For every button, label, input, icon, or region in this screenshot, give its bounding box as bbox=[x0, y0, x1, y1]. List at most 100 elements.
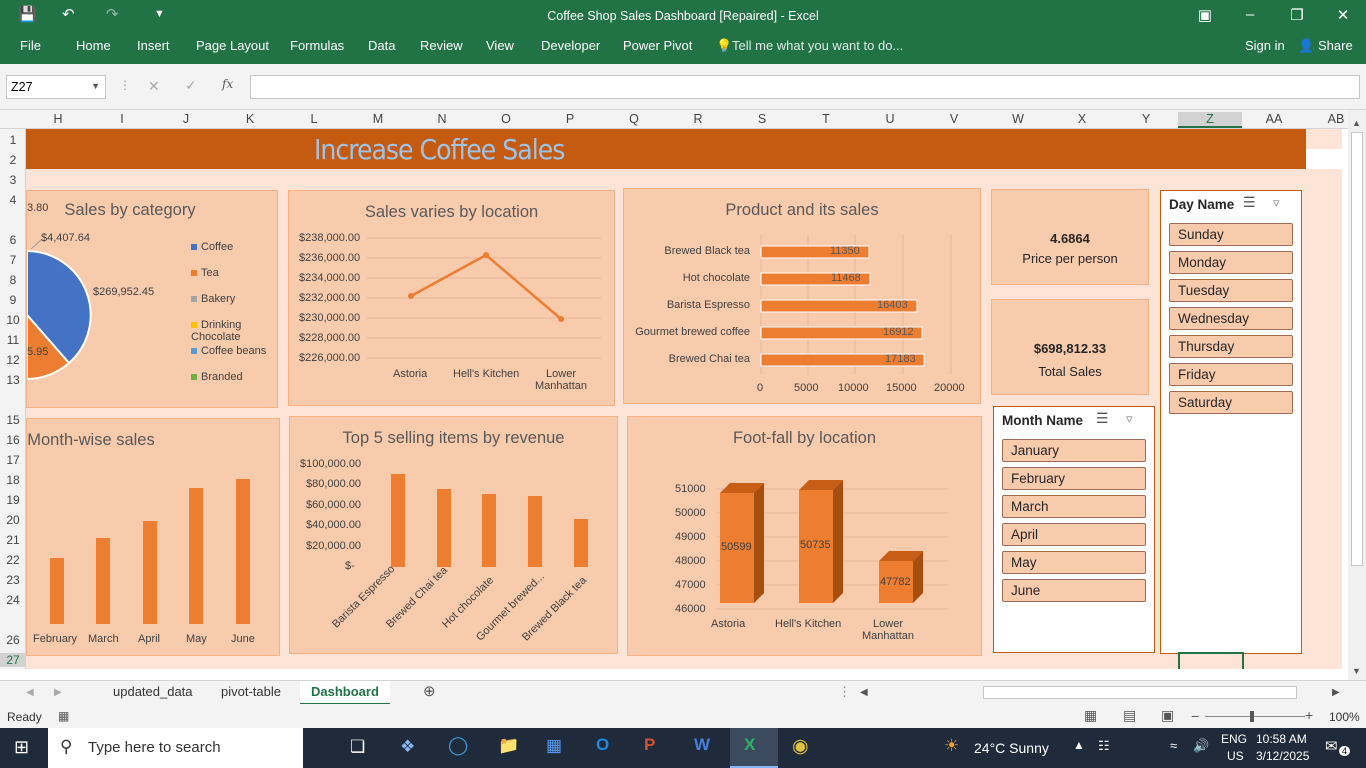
row-header[interactable]: 18 bbox=[0, 473, 26, 487]
taskbar-search[interactable]: ⚲ Type here to search bbox=[48, 728, 303, 768]
tab-review[interactable]: Review bbox=[420, 38, 463, 53]
scroll-thumb[interactable] bbox=[1351, 132, 1363, 566]
cancel-icon[interactable]: ✕ bbox=[148, 78, 160, 95]
column-header[interactable]: K bbox=[218, 112, 282, 126]
month-slicer[interactable]: Month Name ☰ ▿ January February March Ap… bbox=[993, 406, 1155, 653]
monthwise-chart[interactable]: Month-wise sales / February March April … bbox=[26, 418, 280, 656]
slicer-item-tuesday[interactable]: Tuesday bbox=[1169, 279, 1293, 302]
share-button[interactable]: Share bbox=[1318, 38, 1353, 53]
column-header[interactable]: I bbox=[90, 112, 154, 126]
tab-file[interactable]: File bbox=[20, 38, 41, 53]
row-header[interactable]: 21 bbox=[0, 533, 26, 547]
clock-time[interactable]: 10:58 AM bbox=[1256, 732, 1307, 746]
bar-brewed-chai-tea[interactable] bbox=[437, 489, 451, 567]
zoom-in-icon[interactable]: + bbox=[1305, 707, 1313, 723]
column-header[interactable]: O bbox=[474, 112, 538, 126]
row-header[interactable]: 26 bbox=[0, 633, 26, 647]
outlook-icon[interactable]: O bbox=[596, 735, 609, 755]
column-header[interactable]: W bbox=[986, 112, 1050, 126]
page-break-view-icon[interactable]: ▣ bbox=[1161, 707, 1174, 724]
store-icon[interactable]: ▦ bbox=[546, 736, 562, 756]
restore-icon[interactable]: ❐ bbox=[1282, 6, 1312, 24]
multi-select-icon[interactable]: ☰ bbox=[1243, 194, 1256, 211]
sheet-tab-pivot-table[interactable]: pivot-table bbox=[221, 684, 281, 699]
column-header[interactable]: M bbox=[346, 112, 410, 126]
line-point[interactable] bbox=[483, 252, 489, 258]
tab-insert[interactable]: Insert bbox=[137, 38, 170, 53]
volume-icon[interactable]: 🔊 bbox=[1193, 738, 1209, 754]
row-header[interactable]: 22 bbox=[0, 553, 26, 567]
chrome-icon[interactable]: ◉ bbox=[792, 735, 809, 758]
word-icon[interactable]: W bbox=[694, 735, 710, 755]
slicer-item-june[interactable]: June bbox=[1002, 579, 1146, 602]
lang-line2[interactable]: US bbox=[1227, 749, 1244, 763]
slicer-item-january[interactable]: January bbox=[1002, 439, 1146, 462]
column-header[interactable]: R bbox=[666, 112, 730, 126]
row-header[interactable]: 2 bbox=[0, 153, 26, 167]
column-header[interactable]: L bbox=[282, 112, 346, 126]
footfall-chart[interactable]: Foot-fall by location 51000 50000 49000 … bbox=[627, 416, 982, 656]
vertical-scrollbar[interactable]: ▲ ▼ bbox=[1348, 110, 1366, 680]
sheet-tab-updated-data[interactable]: updated_data bbox=[113, 684, 193, 699]
top5-chart[interactable]: Top 5 selling items by revenue $100,000.… bbox=[289, 416, 618, 654]
slicer-item-april[interactable]: April bbox=[1002, 523, 1146, 546]
tab-scroll-left-icon[interactable]: ◀ bbox=[26, 687, 34, 698]
kpi-price-card[interactable]: 4.6864 Price per person bbox=[991, 189, 1149, 285]
chevron-down-icon[interactable]: ▼ bbox=[91, 81, 100, 91]
wifi-icon[interactable]: ≈ bbox=[1170, 738, 1177, 753]
row-header[interactable]: 4 bbox=[0, 193, 26, 207]
hscroll-right-icon[interactable]: ▶ bbox=[1332, 687, 1340, 698]
row-header[interactable]: 20 bbox=[0, 513, 26, 527]
clear-filter-icon[interactable]: ▿ bbox=[1126, 411, 1133, 427]
column-header[interactable]: N bbox=[410, 112, 474, 126]
zoom-slider[interactable] bbox=[1205, 716, 1305, 717]
tab-data[interactable]: Data bbox=[368, 38, 395, 53]
column-header-selected[interactable]: Z bbox=[1178, 112, 1242, 128]
scroll-down-icon[interactable]: ▼ bbox=[1352, 666, 1361, 676]
row-header[interactable]: 7 bbox=[0, 253, 26, 267]
multi-select-icon[interactable]: ☰ bbox=[1096, 410, 1109, 427]
column-header[interactable]: T bbox=[794, 112, 858, 126]
column-header[interactable]: X bbox=[1050, 112, 1114, 126]
slicer-item-february[interactable]: February bbox=[1002, 467, 1146, 490]
kpi-sales-card[interactable]: $698,812.33 Total Sales bbox=[991, 299, 1149, 395]
sheet-tab-dashboard[interactable]: Dashboard bbox=[300, 681, 390, 705]
location-line-chart[interactable]: Sales varies by location $238,000.00 $23… bbox=[288, 190, 615, 406]
bar-june[interactable] bbox=[236, 479, 250, 624]
tab-scroll-right-icon[interactable]: ▶ bbox=[54, 687, 62, 698]
row-header[interactable]: 8 bbox=[0, 273, 26, 287]
zoom-out-icon[interactable]: − bbox=[1191, 708, 1199, 724]
minimize-icon[interactable]: – bbox=[1235, 6, 1265, 23]
row-header[interactable]: 11 bbox=[0, 333, 26, 347]
column-header[interactable]: V bbox=[922, 112, 986, 126]
category-chart[interactable]: Sales by category 3.80 $4,407.64 $269,95… bbox=[26, 190, 278, 408]
column-header[interactable]: J bbox=[154, 112, 218, 126]
row-header[interactable]: 15 bbox=[0, 413, 26, 427]
tab-developer[interactable]: Developer bbox=[541, 38, 600, 53]
tab-page-layout[interactable]: Page Layout bbox=[196, 38, 269, 53]
network-icon[interactable]: ☷ bbox=[1098, 738, 1110, 754]
slicer-item-friday[interactable]: Friday bbox=[1169, 363, 1293, 386]
column-header[interactable]: Y bbox=[1114, 112, 1178, 126]
row-header[interactable]: 12 bbox=[0, 353, 26, 367]
column-header[interactable]: P bbox=[538, 112, 602, 126]
bar-gourmet-brewed[interactable] bbox=[528, 496, 542, 567]
bar-may[interactable] bbox=[189, 488, 203, 624]
insert-function-icon[interactable]: fx bbox=[222, 77, 233, 91]
normal-view-icon[interactable]: ▦ bbox=[1084, 707, 1097, 724]
page-layout-view-icon[interactable]: ▤ bbox=[1123, 707, 1136, 724]
tab-formulas[interactable]: Formulas bbox=[290, 38, 344, 53]
day-slicer[interactable]: Day Name ☰ ▿ Sunday Monday Tuesday Wedne… bbox=[1160, 190, 1302, 654]
row-header[interactable]: 9 bbox=[0, 293, 26, 307]
slicer-item-sunday[interactable]: Sunday bbox=[1169, 223, 1293, 246]
formula-input[interactable] bbox=[250, 75, 1360, 99]
zoom-slider-thumb[interactable] bbox=[1250, 711, 1254, 722]
edge-icon[interactable]: ◯ bbox=[448, 735, 468, 756]
tray-chevron-icon[interactable]: ▲ bbox=[1073, 738, 1085, 752]
tab-power-pivot[interactable]: Power Pivot bbox=[623, 38, 692, 53]
zoom-level[interactable]: 100% bbox=[1329, 710, 1360, 724]
line-point[interactable] bbox=[408, 293, 414, 299]
windows-start-icon[interactable]: ⊞ bbox=[14, 737, 29, 758]
powerpoint-icon[interactable]: P bbox=[644, 735, 655, 755]
row-header[interactable]: 1 bbox=[0, 133, 26, 147]
